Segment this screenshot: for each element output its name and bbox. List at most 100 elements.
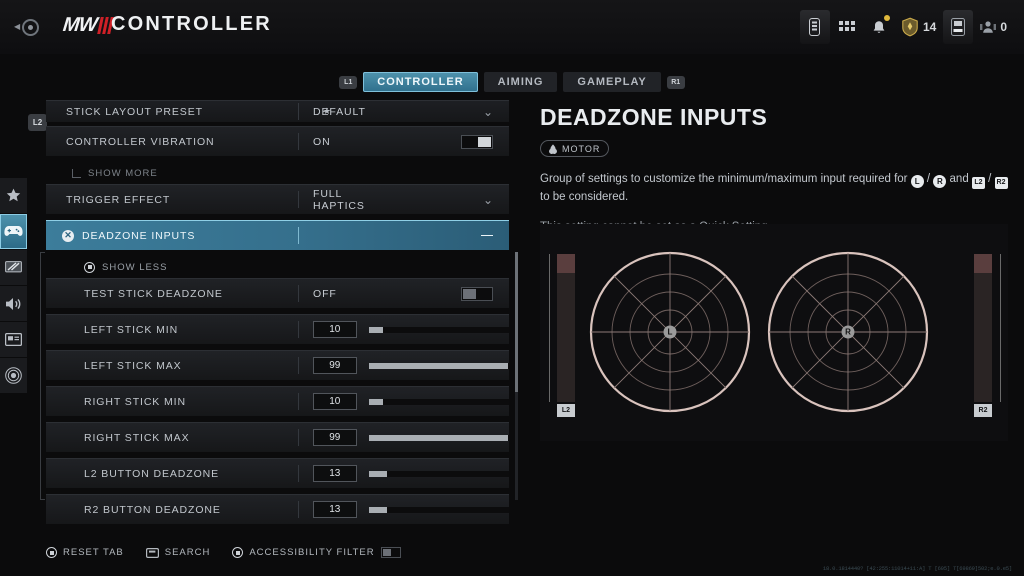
r2-deadzone-slider[interactable]: [368, 506, 509, 513]
setting-label: DEADZONE INPUTS: [82, 229, 196, 242]
detail-title: DEADZONE INPUTS: [540, 104, 768, 130]
tab-aiming[interactable]: AIMING: [483, 72, 558, 92]
sidebar-item-graphics[interactable]: [0, 250, 27, 286]
r2-trigger-glyph-icon: R2: [994, 176, 1008, 189]
right-stick-visual: R: [766, 250, 930, 414]
reset-tab-label: RESET TAB: [63, 547, 124, 558]
mw3-logo-text: MW: [61, 14, 98, 36]
sidebar-item-network[interactable]: [0, 358, 27, 394]
setting-row-test-stick-deadzone[interactable]: TEST STICK DEADZONE OFF: [46, 278, 509, 308]
show-less-label: SHOW LESS: [102, 261, 168, 273]
grid-apps-icon[interactable]: [832, 10, 862, 44]
row-divider: [298, 465, 299, 482]
motor-vibration-icon: [549, 143, 557, 154]
right-stick-glyph-icon: R: [933, 175, 947, 189]
triangle-button-icon: [232, 547, 244, 558]
keycard-icon[interactable]: [943, 10, 974, 44]
l2-hint-badge: L2: [28, 114, 47, 131]
reset-tab-button[interactable]: RESET TAB: [46, 547, 124, 558]
tree-elbow-icon: [72, 168, 81, 178]
l2-deadzone-value[interactable]: 13: [312, 465, 357, 482]
back-button[interactable]: ◀: [14, 16, 40, 38]
setting-value: FULL HAPTICS: [313, 187, 365, 212]
setting-row-right-stick-max[interactable]: RIGHT STICK MAX 99: [46, 422, 509, 452]
sidebar-item-account[interactable]: [0, 322, 27, 358]
row-divider: [298, 501, 299, 518]
chevron-down-icon[interactable]: ⌄: [483, 194, 493, 206]
battlepass-token-icon[interactable]: 14: [896, 10, 941, 44]
search-label: SEARCH: [164, 547, 211, 558]
setting-row-right-stick-min[interactable]: RIGHT STICK MIN 10: [46, 386, 509, 416]
favorite-star-icon[interactable]: ★: [323, 106, 331, 117]
vibration-toggle[interactable]: [461, 134, 493, 149]
collapse-minus-icon[interactable]: [481, 234, 493, 237]
setting-label: TRIGGER EFFECT: [66, 193, 171, 206]
back-chevron-icon: ◀: [14, 22, 21, 31]
setting-row-trigger-effect[interactable]: TRIGGER EFFECT FULL HAPTICS ⌄: [46, 184, 509, 214]
tab-controller[interactable]: CONTROLLER: [363, 72, 478, 92]
right-stick-min-slider[interactable]: [368, 398, 509, 405]
settings-scrollbar[interactable]: [515, 252, 518, 500]
setting-row-left-stick-min[interactable]: LEFT STICK MIN 10: [46, 314, 509, 344]
sidebar-item-audio[interactable]: [0, 286, 27, 322]
setting-label: LEFT STICK MIN: [84, 323, 179, 336]
row-divider: [298, 321, 299, 338]
accessibility-filter-switch[interactable]: [380, 547, 401, 558]
party-members-icon[interactable]: 0: [975, 10, 1012, 44]
left-stick-glyph-icon: L: [910, 175, 924, 189]
setting-label: STICK LAYOUT PRESET: [66, 105, 203, 118]
accessibility-filter-toggle[interactable]: ACCESSIBILITY FILTER: [232, 547, 401, 558]
scrollbar-thumb[interactable]: [515, 252, 518, 392]
setting-value: DEFAULT: [313, 105, 366, 118]
r2-deadzone-value[interactable]: 13: [312, 501, 357, 518]
close-group-icon[interactable]: ✕: [62, 229, 74, 242]
controller-settings-screen: ◀ MW CONTROLLER 14 0 L1 CONTROLLER AIMIN…: [0, 0, 1024, 576]
setting-value: ON: [313, 135, 331, 148]
tab-gameplay[interactable]: GAMEPLAY: [563, 72, 661, 92]
status-badge: MOTOR: [540, 140, 610, 157]
desc-sep-1: /: [926, 172, 931, 185]
bell-notification-icon[interactable]: [864, 10, 894, 44]
l2-deadzone-slider[interactable]: [368, 470, 509, 477]
chevron-down-icon[interactable]: ⌄: [483, 106, 493, 118]
show-less-button[interactable]: SHOW LESS: [46, 256, 509, 278]
right-stick-max-slider[interactable]: [368, 434, 509, 441]
right-bumper-hint: R1: [666, 75, 685, 89]
account-card-icon: [5, 333, 22, 346]
touchpad-icon: [145, 547, 159, 558]
right-stick-center-label: R: [841, 325, 855, 339]
left-stick-max-slider[interactable]: [368, 362, 509, 369]
setting-value: OFF: [313, 287, 337, 300]
row-divider: [298, 429, 299, 446]
detail-description: Group of settings to customize the minim…: [540, 171, 1008, 207]
left-stick-min-slider[interactable]: [368, 326, 509, 333]
show-more-button[interactable]: SHOW MORE: [46, 162, 509, 184]
test-stick-deadzone-toggle[interactable]: [461, 286, 493, 301]
row-divider: [298, 393, 299, 410]
network-radar-icon: [5, 367, 22, 384]
right-stick-max-value[interactable]: 99: [312, 429, 357, 446]
battery-icon[interactable]: [799, 10, 830, 44]
audio-speaker-icon: [5, 297, 20, 310]
setting-row-stick-layout-preset[interactable]: STICK LAYOUT PRESET ★ DEFAULT ⌄: [46, 100, 509, 122]
favorites-star-icon: [6, 188, 21, 202]
page-title: CONTROLLER: [111, 13, 272, 35]
setting-label: LEFT STICK MAX: [84, 359, 182, 372]
setting-row-r2-button-deadzone[interactable]: R2 BUTTON DEADZONE 13: [46, 494, 509, 524]
setting-row-deadzone-inputs[interactable]: ✕ DEADZONE INPUTS: [46, 220, 509, 250]
row-divider: [298, 357, 299, 374]
left-stick-max-value[interactable]: 99: [312, 357, 357, 374]
sidebar-item-controller[interactable]: [0, 214, 27, 250]
show-more-label: SHOW MORE: [88, 167, 158, 179]
party-members-count: 0: [1000, 20, 1007, 34]
detail-panel: DEADZONE INPUTS MOTOR Group of settings …: [540, 104, 1008, 233]
setting-row-left-stick-max[interactable]: LEFT STICK MAX 99: [46, 350, 509, 380]
setting-row-controller-vibration[interactable]: CONTROLLER VIBRATION ON: [46, 126, 509, 156]
sidebar-item-favorites[interactable]: [0, 178, 27, 214]
search-button[interactable]: SEARCH: [145, 547, 211, 558]
setting-label: TEST STICK DEADZONE: [84, 287, 223, 300]
right-stick-min-value[interactable]: 10: [312, 393, 357, 410]
setting-row-l2-button-deadzone[interactable]: L2 BUTTON DEADZONE 13: [46, 458, 509, 488]
left-stick-center-label: L: [663, 325, 677, 339]
left-stick-min-value[interactable]: 10: [312, 321, 357, 338]
